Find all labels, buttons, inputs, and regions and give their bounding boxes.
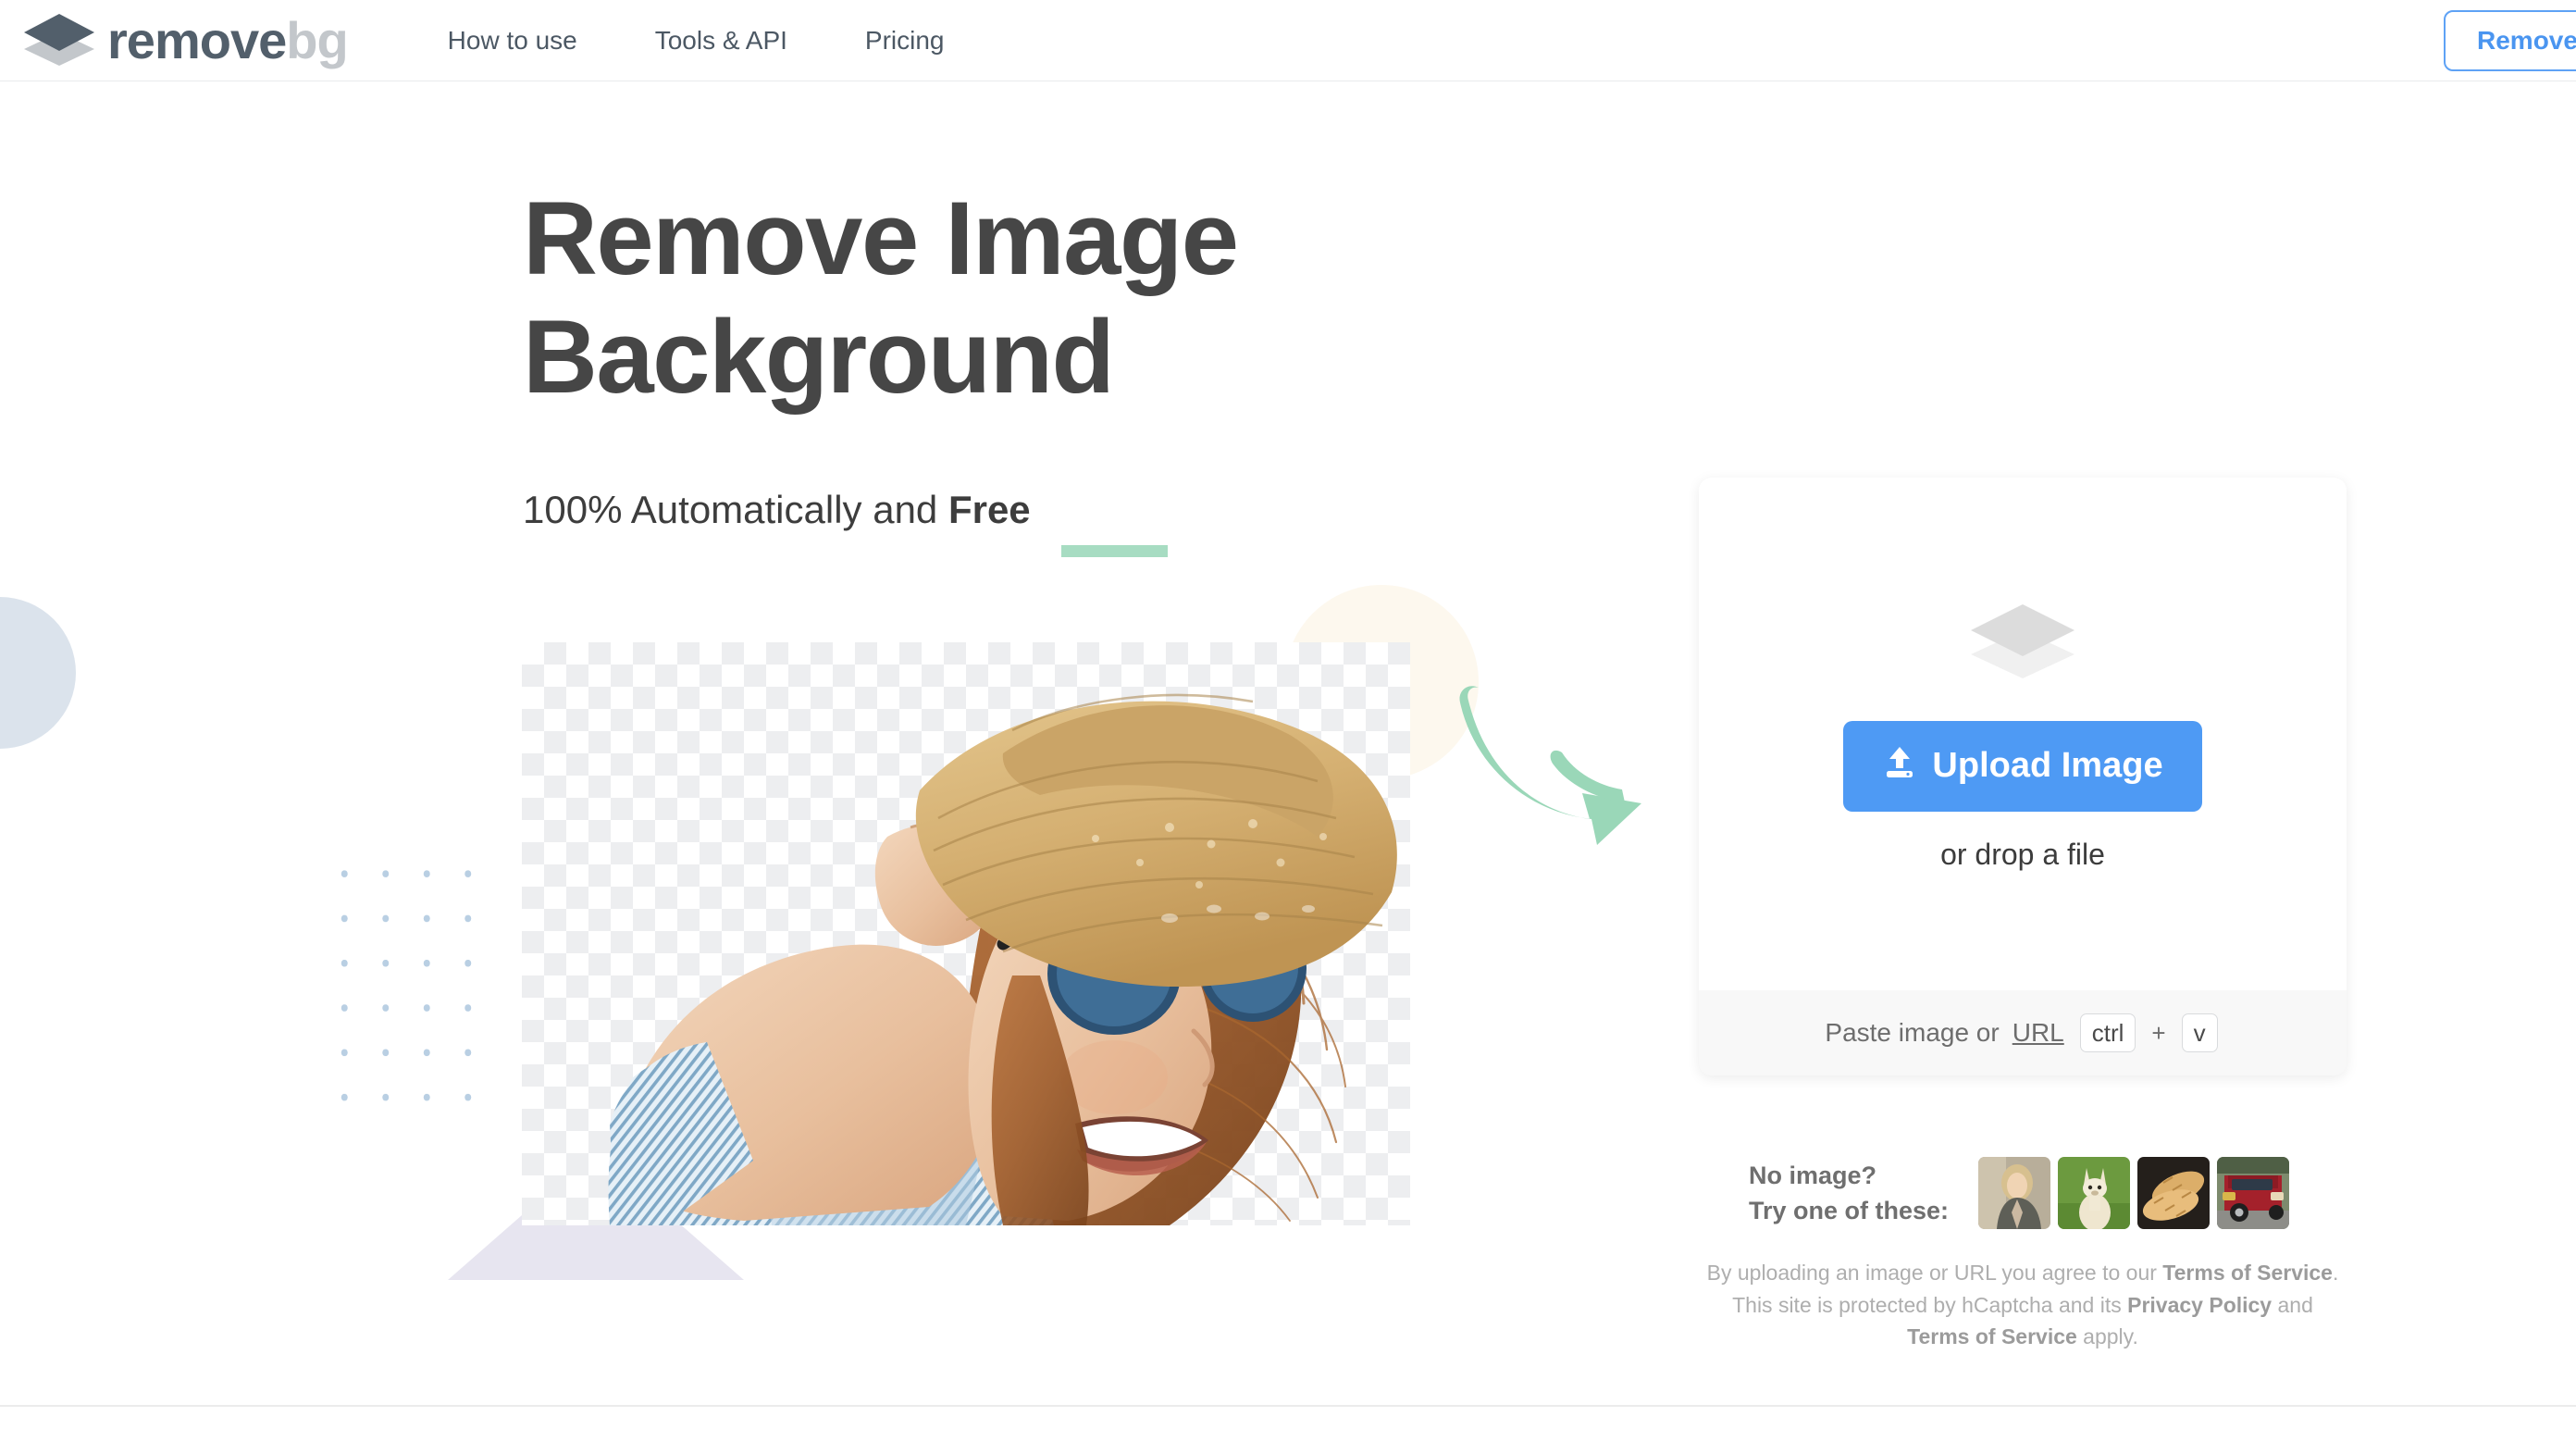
site-header: removebg How to use Tools & API Pricing … <box>0 0 2576 81</box>
decor-dot-grid <box>322 850 503 1120</box>
upload-image-button[interactable]: Upload Image <box>1843 720 2202 812</box>
page-title-line-1: Remove Image <box>523 180 1239 296</box>
green-arrow-icon <box>1443 680 1647 865</box>
logo-wordmark: removebg <box>107 14 349 67</box>
page-root: removebg How to use Tools & API Pricing … <box>0 0 2576 1429</box>
sample-images-section: No image? Try one of these: <box>1749 1157 2290 1229</box>
legal-part-4: apply. <box>2076 1324 2138 1348</box>
nav-item-how-to-use[interactable]: How to use <box>448 26 577 56</box>
header-remove-background-button[interactable]: Remove Background <box>2444 10 2576 71</box>
footer-divider <box>0 1405 2576 1407</box>
paste-url-link[interactable]: URL <box>2012 1018 2064 1048</box>
hero-subject-illustration <box>608 693 1397 1225</box>
sample-label-line-1: No image? <box>1749 1161 1877 1189</box>
legal-privacy-policy-link[interactable]: Privacy Policy <box>2127 1293 2272 1317</box>
sample-label-line-2: Try one of these: <box>1749 1197 1950 1224</box>
stacked-layers-logo-icon <box>20 10 98 71</box>
sample-thumb-alpaca[interactable] <box>2058 1157 2131 1229</box>
main-nav: How to use Tools & API Pricing <box>448 26 945 56</box>
upload-dropzone[interactable]: Upload Image or drop a file <box>1699 478 2347 990</box>
page-title-line-2: Background <box>523 298 1115 415</box>
page-subtitle-prefix: 100% Automatically and <box>523 488 948 531</box>
kbd-v: v <box>2181 1013 2218 1052</box>
upload-image-button-label: Upload Image <box>1932 746 2163 785</box>
upload-arrow-icon <box>1882 744 1917 789</box>
sample-images-label: No image? Try one of these: <box>1749 1158 1949 1229</box>
legal-part-1: By uploading an image or URL you agree t… <box>1706 1261 2163 1285</box>
nav-item-tools-api[interactable]: Tools & API <box>655 26 787 56</box>
page-title: Remove Image Background <box>523 180 1522 416</box>
sample-thumb-car[interactable] <box>2217 1157 2290 1229</box>
stacked-layers-icon <box>1963 597 2082 688</box>
legal-terms-of-service-link-2[interactable]: Terms of Service <box>1907 1324 2077 1348</box>
decor-blue-circle <box>0 597 76 749</box>
page-subtitle-emphasis: Free <box>947 488 1031 531</box>
sample-thumb-bread[interactable] <box>2137 1157 2211 1229</box>
hero-preview-image <box>522 642 1410 1225</box>
site-logo[interactable]: removebg <box>20 10 349 71</box>
sample-thumb-woman[interactable] <box>1978 1157 2051 1229</box>
paste-image-label: Paste image or <box>1825 1018 2000 1047</box>
logo-text-bg: bg <box>286 10 348 69</box>
free-underline-highlight <box>1061 545 1168 557</box>
kbd-ctrl: ctrl <box>2079 1013 2136 1052</box>
legal-part-3: and <box>2272 1292 2313 1317</box>
legal-disclaimer: By uploading an image or URL you agree t… <box>1699 1257 2347 1353</box>
sample-thumbnails <box>1978 1157 2290 1229</box>
page-subtitle: 100% Automatically and Free <box>523 488 1031 532</box>
upload-card: Upload Image or drop a file Paste image … <box>1699 478 2347 1075</box>
kbd-plus-symbol: + <box>2151 1018 2166 1047</box>
nav-item-pricing[interactable]: Pricing <box>865 26 945 56</box>
paste-image-row: Paste image or URL ctrl + v <box>1699 990 2347 1075</box>
legal-terms-of-service-link-1[interactable]: Terms of Service <box>2162 1261 2333 1285</box>
drop-a-file-text: or drop a file <box>1940 837 2105 871</box>
logo-text-remove: remove <box>107 10 287 69</box>
